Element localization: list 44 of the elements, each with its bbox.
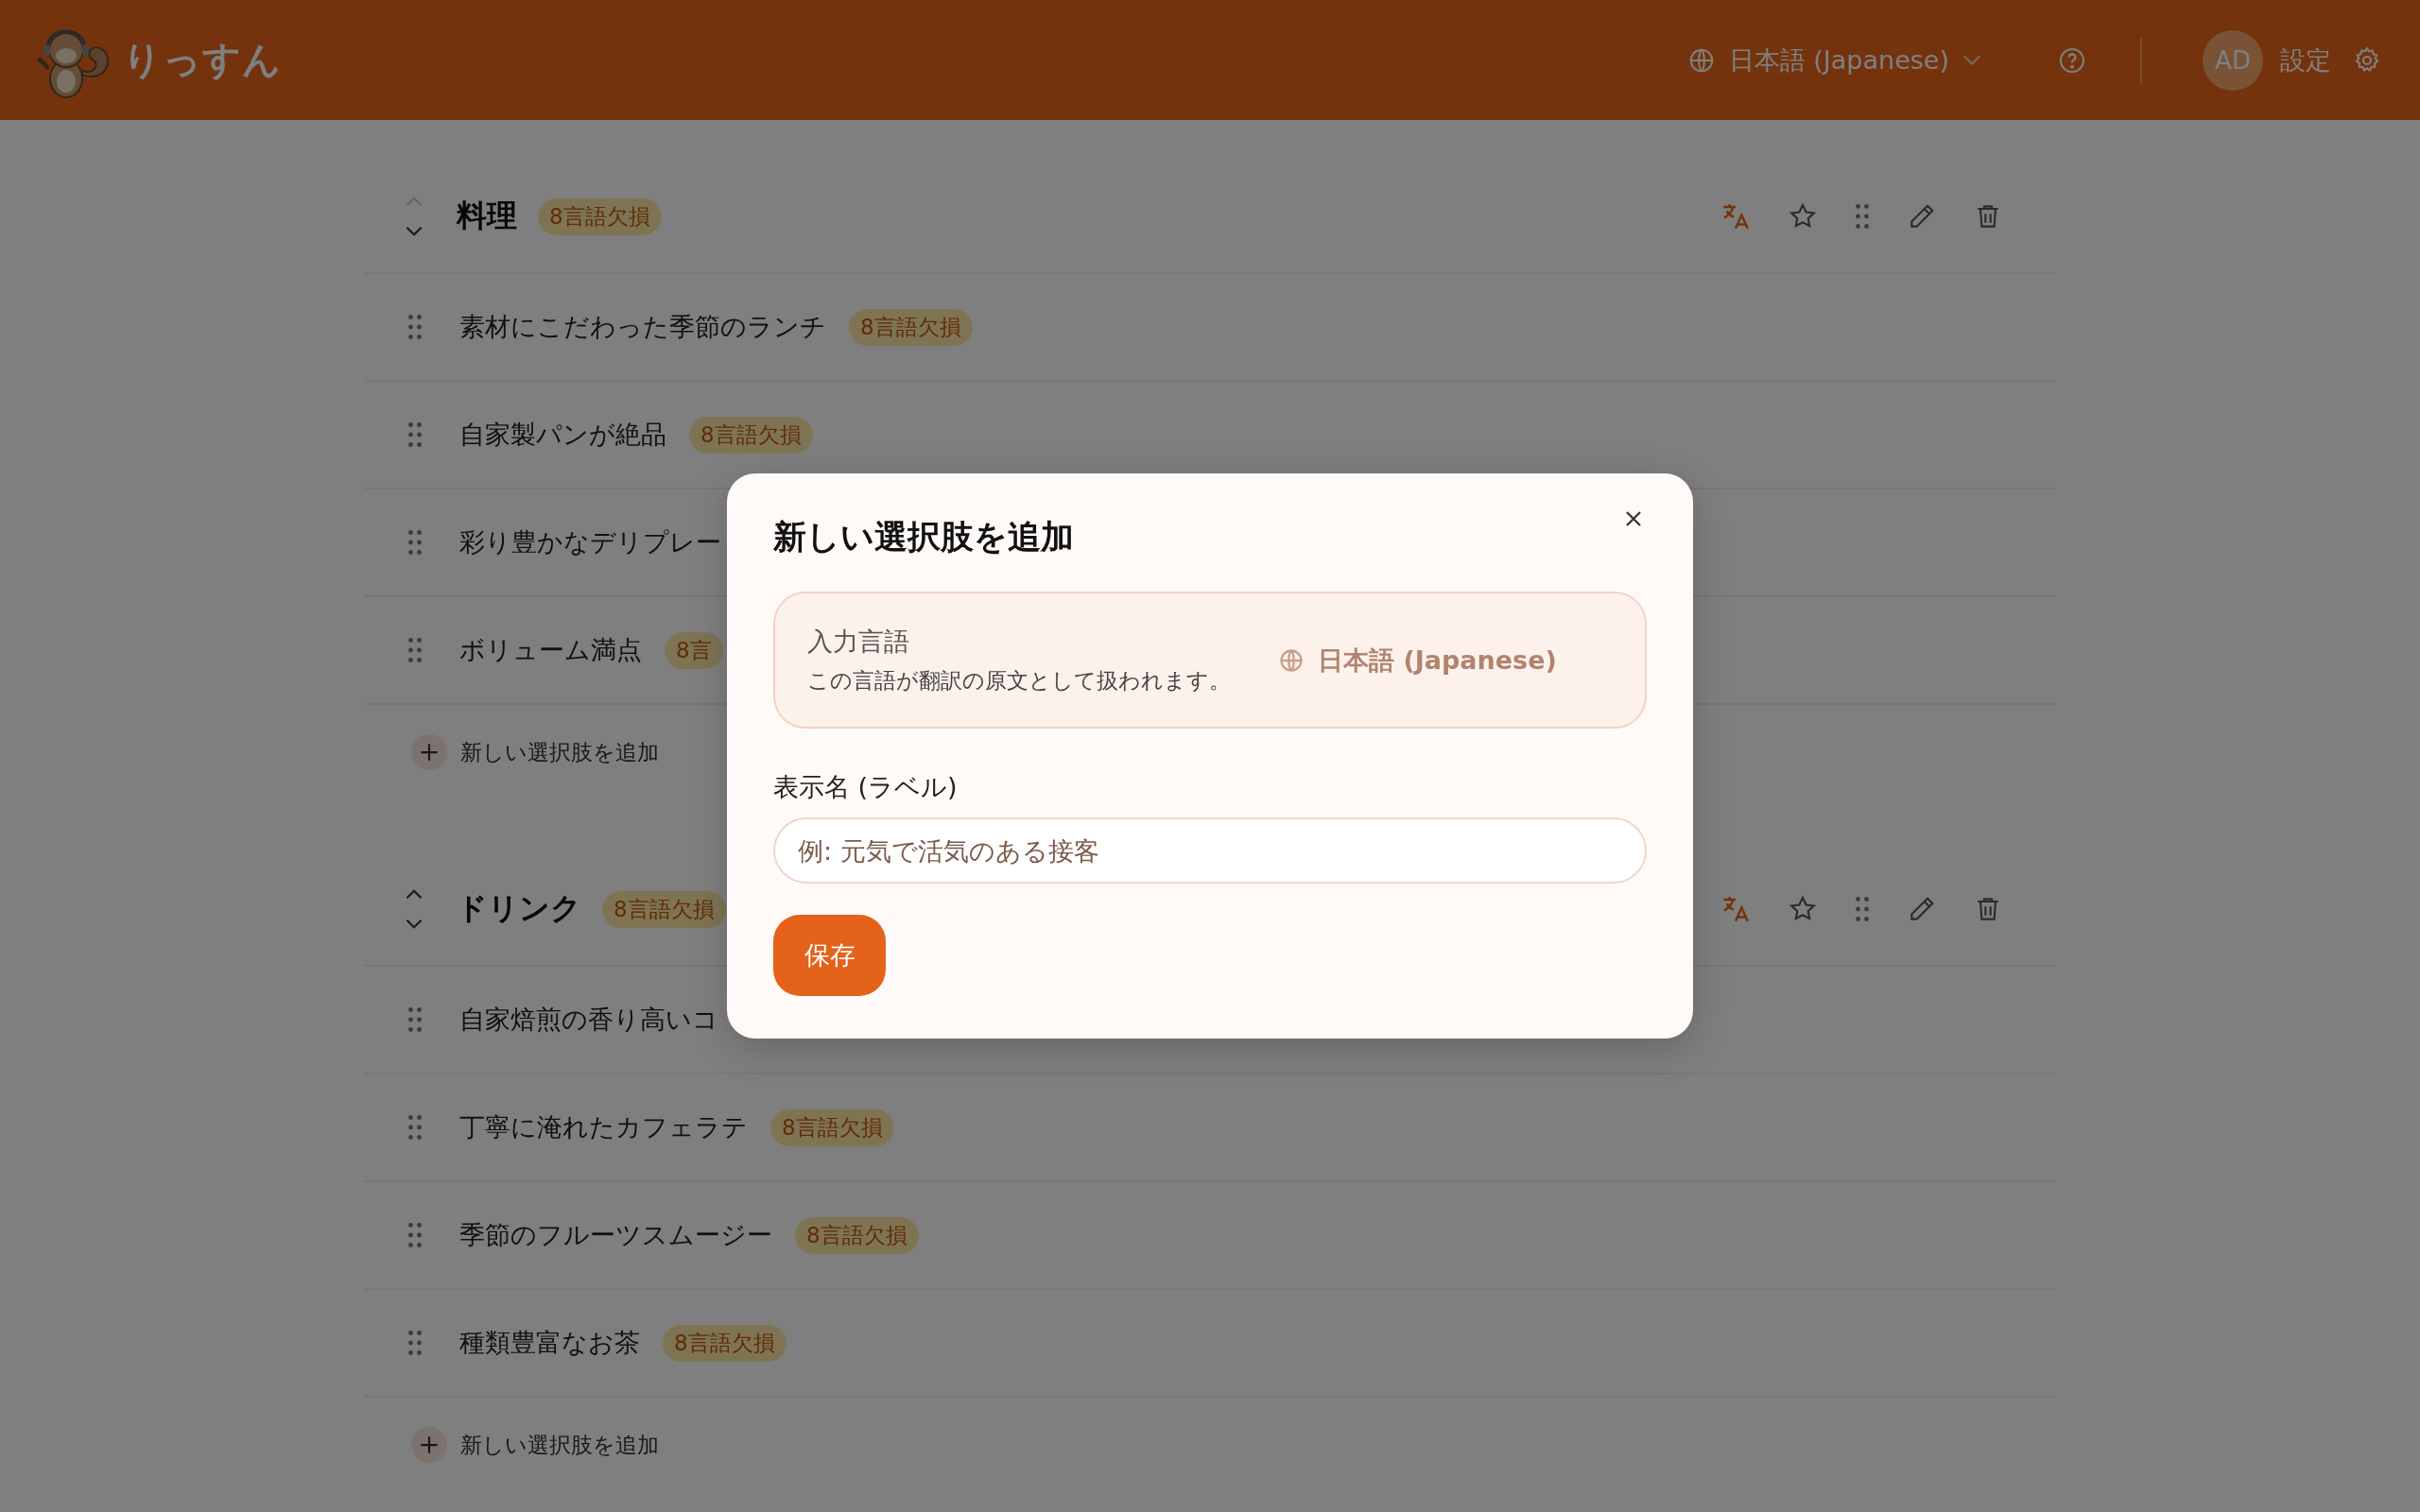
option-label: 季節のフルーツスムージー — [459, 1219, 772, 1251]
settings-link[interactable]: 設定 — [2280, 43, 2331, 77]
plus-icon — [411, 1427, 447, 1463]
drag-handle-icon[interactable] — [406, 313, 424, 341]
input-language-label: 入力言語 — [807, 626, 910, 658]
chevron-down-icon — [1962, 55, 1981, 65]
category-title: ドリンク — [457, 889, 581, 928]
field-label: 表示名 (ラベル) — [773, 771, 959, 803]
missing-languages-badge: 8言 — [665, 631, 723, 669]
drag-handle-icon[interactable] — [406, 1221, 424, 1249]
drag-handle-icon[interactable] — [406, 1113, 424, 1142]
drag-handle-icon[interactable] — [1854, 202, 1871, 231]
missing-languages-badge: 8言語欠損 — [538, 198, 662, 235]
drag-handle-icon[interactable] — [406, 528, 424, 557]
drag-handle-icon[interactable] — [1854, 895, 1871, 923]
input-language-description: この言語が翻訳の原文として扱われます。 — [807, 667, 1231, 695]
drag-handle-icon[interactable] — [406, 1329, 424, 1357]
option-label: 彩り豊かなデリプレー — [459, 526, 721, 558]
drag-handle-icon[interactable] — [406, 636, 424, 664]
save-button[interactable]: 保存 — [773, 915, 886, 996]
option-label: ボリューム満点 — [459, 634, 642, 666]
dialog-title: 新しい選択肢を追加 — [773, 517, 1074, 558]
brand-name: りっすん — [123, 37, 282, 83]
plus-icon — [411, 734, 447, 770]
input-language-value: 日本語 (Japanese) — [1318, 644, 1557, 677]
label-input-field[interactable]: 例: 元気で活気のある接客 — [773, 817, 1647, 884]
missing-languages-badge: 8言語欠損 — [663, 1324, 786, 1362]
globe-icon — [1278, 646, 1305, 674]
missing-languages-badge: 8言語欠損 — [602, 890, 726, 928]
option-label: 種類豊富なお茶 — [459, 1327, 640, 1359]
option-label: 丁寧に淹れたカフェラテ — [459, 1111, 748, 1143]
missing-languages-badge: 8言語欠損 — [689, 416, 813, 454]
missing-languages-badge: 8言語欠損 — [795, 1216, 919, 1254]
missing-languages-badge: 8言語欠損 — [770, 1108, 894, 1146]
option-label: 自家焙煎の香り高いコ — [459, 1004, 718, 1036]
add-option-button[interactable]: 新しい選択肢を追加 — [364, 1398, 665, 1492]
language-selector[interactable]: 日本語 (Japanese) — [1686, 43, 1981, 77]
missing-languages-badge: 8言語欠損 — [849, 308, 973, 346]
drag-handle-icon[interactable] — [406, 1005, 424, 1034]
drag-handle-icon[interactable] — [406, 421, 424, 449]
option-label: 自家製パンが絶品 — [459, 419, 666, 451]
category-title: 料理 — [457, 197, 517, 235]
option-label: 素材にこだわった季節のランチ — [459, 311, 826, 343]
add-option-button[interactable]: 新しい選択肢を追加 — [364, 705, 665, 799]
